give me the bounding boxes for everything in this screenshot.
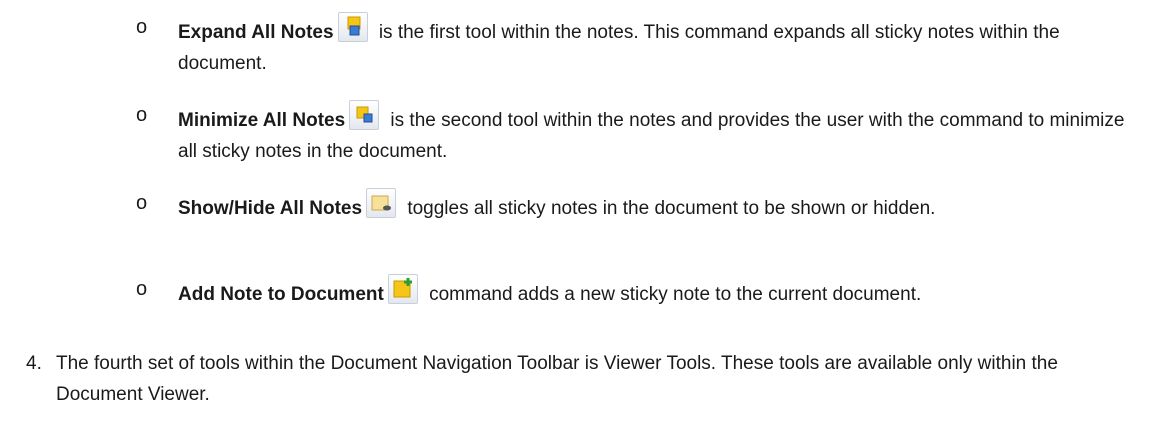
item-text: The fourth set of tools within the Docum… <box>56 353 1058 405</box>
item-title: Expand All Notes <box>178 22 334 43</box>
show-hide-notes-icon <box>366 188 397 218</box>
list-item-add-note-to-document: o Add Note to Document command adds a ne… <box>136 274 1148 310</box>
list-item-expand-all-notes: o Expand All Notes is the first tool wit… <box>136 12 1148 79</box>
bullet-marker: o <box>136 16 148 38</box>
item-title: Add Note to Document <box>178 284 384 305</box>
numbered-item-4: 4. The fourth set of tools within the Do… <box>26 348 1146 410</box>
item-title: Minimize All Notes <box>178 110 346 131</box>
add-note-icon <box>387 274 418 304</box>
list-item-minimize-all-notes: o Minimize All Notes is the second tool … <box>136 100 1148 167</box>
item-description: command adds a new sticky note to the cu… <box>423 284 922 305</box>
minimize-notes-icon <box>349 100 380 130</box>
item-number: 4. <box>26 353 42 374</box>
bullet-marker: o <box>136 104 148 126</box>
bullet-marker: o <box>136 192 148 214</box>
list-item-show-hide-all-notes: o Show/Hide All Notes toggles all sticky… <box>136 188 1148 224</box>
item-title: Show/Hide All Notes <box>178 198 363 219</box>
item-description: toggles all sticky notes in the document… <box>402 198 936 219</box>
bullet-marker: o <box>136 278 148 300</box>
expand-notes-icon <box>337 12 368 42</box>
